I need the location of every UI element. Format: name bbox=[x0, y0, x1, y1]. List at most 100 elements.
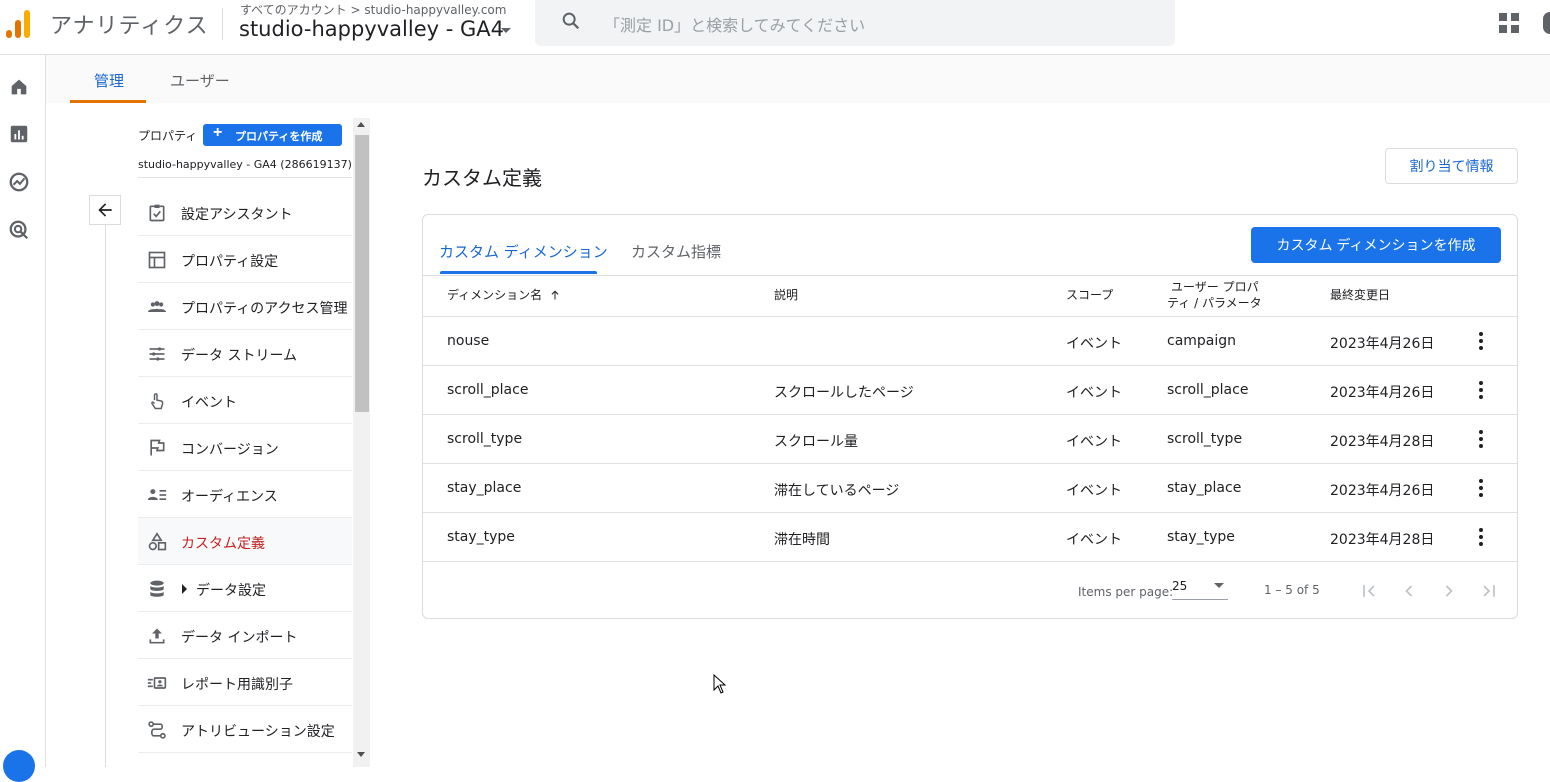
assignment-info-button[interactable]: 割り当て情報 bbox=[1385, 148, 1518, 184]
sidebar-item-property-settings[interactable]: プロパティ設定 bbox=[138, 236, 352, 283]
sidebar-item-conversions[interactable]: コンバージョン bbox=[138, 424, 352, 471]
table-row-name[interactable]: stay_place bbox=[447, 480, 521, 496]
table-row-scope: イベント bbox=[1066, 385, 1122, 401]
sidebar-item-label: コンバージョン bbox=[181, 442, 279, 458]
sidebar-item-audiences[interactable]: オーディエンス bbox=[138, 471, 352, 518]
arrow-back-icon bbox=[98, 203, 112, 217]
audience-icon bbox=[147, 489, 167, 500]
tab-custom-dimensions[interactable]: カスタム ディメンション bbox=[439, 241, 608, 262]
people-icon bbox=[147, 301, 167, 312]
row-divider bbox=[423, 561, 1517, 562]
sidebar-item-label: イベント bbox=[181, 395, 237, 411]
next-page-icon[interactable] bbox=[1439, 581, 1459, 601]
sidebar-item-attribution-settings[interactable]: アトリビューション設定 bbox=[138, 706, 352, 753]
table-row-name[interactable]: scroll_type bbox=[447, 431, 522, 447]
row-divider bbox=[423, 365, 1517, 366]
items-per-page-select[interactable]: 25 bbox=[1172, 578, 1228, 600]
scroll-up-icon[interactable] bbox=[357, 122, 365, 127]
previous-page-icon[interactable] bbox=[1399, 581, 1419, 601]
card-divider bbox=[423, 275, 1517, 276]
more-vert-icon[interactable] bbox=[1476, 479, 1486, 497]
home-icon[interactable] bbox=[8, 76, 30, 98]
table-row-description: スクロール量 bbox=[774, 434, 858, 450]
breadcrumb-account: すべてのアカウント bbox=[240, 3, 347, 17]
apps-grid-icon[interactable] bbox=[1499, 13, 1519, 33]
back-button[interactable] bbox=[89, 195, 121, 225]
row-divider bbox=[423, 414, 1517, 415]
scrollbar-thumb[interactable] bbox=[355, 135, 369, 412]
plus-icon: + bbox=[213, 124, 223, 141]
sidenav-header-divider bbox=[138, 177, 352, 178]
create-property-button[interactable]: + プロパティを作成 bbox=[203, 124, 342, 146]
breadcrumb[interactable]: すべてのアカウント > studio-happyvalley.com bbox=[240, 1, 506, 18]
sidebar-item-access-management[interactable]: プロパティのアクセス管理 bbox=[138, 283, 352, 330]
explore-icon[interactable] bbox=[8, 171, 30, 193]
more-vert-icon[interactable] bbox=[1476, 430, 1486, 448]
column-header-parameter-line2[interactable]: ティ / パラメータ bbox=[1167, 296, 1262, 311]
table-row-name[interactable]: scroll_place bbox=[447, 382, 528, 398]
sidebar-item-label: プロパティのアクセス管理 bbox=[181, 301, 348, 317]
sidebar-item-label: アトリビューション設定 bbox=[181, 724, 335, 740]
first-page-icon[interactable] bbox=[1359, 581, 1379, 601]
table-row-modified: 2023年4月26日 bbox=[1330, 336, 1435, 352]
search-icon[interactable] bbox=[560, 10, 582, 32]
scroll-down-icon[interactable] bbox=[357, 752, 365, 757]
sidebar-item-label: オーディエンス bbox=[181, 489, 278, 505]
analytics-logo-icon[interactable] bbox=[6, 8, 34, 38]
sidebar-item-label: レポート用識別子 bbox=[181, 677, 293, 693]
tab-custom-metrics[interactable]: カスタム指標 bbox=[631, 241, 721, 262]
checklist-icon bbox=[149, 204, 165, 222]
account-avatar[interactable] bbox=[1543, 12, 1550, 34]
admin-gear-icon[interactable] bbox=[3, 750, 35, 782]
flag-icon bbox=[150, 439, 165, 456]
sidebar-item-data-settings[interactable]: データ設定 bbox=[138, 565, 352, 612]
sidebar-item-setup-assistant[interactable]: 設定アシスタント bbox=[138, 189, 352, 236]
row-divider bbox=[423, 512, 1517, 513]
items-per-page-label: Items per page: bbox=[1078, 585, 1174, 599]
row-divider bbox=[423, 316, 1517, 317]
sidenav-divider bbox=[105, 225, 106, 767]
table-row-name[interactable]: stay_type bbox=[447, 529, 515, 545]
more-vert-icon[interactable] bbox=[1476, 528, 1486, 546]
column-header-parameter[interactable]: ユーザー プロパ bbox=[1171, 280, 1259, 295]
column-header-scope[interactable]: スコープ bbox=[1066, 288, 1113, 303]
sidebar-item-label: 設定アシスタント bbox=[181, 207, 293, 223]
property-selector[interactable]: studio-happyvalley - GA4 bbox=[239, 17, 504, 41]
create-custom-dimension-button[interactable]: カスタム ディメンションを作成 bbox=[1251, 227, 1501, 263]
caret-down-icon[interactable] bbox=[501, 28, 511, 33]
expand-triangle-icon[interactable] bbox=[182, 584, 187, 594]
search-input[interactable]: 「測定 ID」と検索してみてください bbox=[604, 12, 865, 36]
sidebar-item-events[interactable]: イベント bbox=[138, 377, 352, 424]
advertising-icon[interactable] bbox=[8, 219, 30, 241]
more-vert-icon[interactable] bbox=[1476, 332, 1486, 350]
sort-ascending-icon[interactable] bbox=[549, 289, 561, 301]
table-row-param: stay_place bbox=[1167, 480, 1242, 496]
table-row-scope: イベント bbox=[1066, 434, 1122, 450]
touch-icon bbox=[151, 393, 164, 410]
table-row-description: スクロールしたページ bbox=[774, 385, 914, 401]
more-vert-icon[interactable] bbox=[1476, 381, 1486, 399]
sidebar-item-data-streams[interactable]: データ ストリーム bbox=[138, 330, 352, 377]
reports-icon[interactable] bbox=[8, 123, 30, 145]
tab-user[interactable]: ユーザー bbox=[170, 70, 230, 91]
sidebar-item-label: データ ストリーム bbox=[181, 348, 298, 364]
table-row-param: campaign bbox=[1167, 333, 1237, 349]
property-settings-icon bbox=[148, 251, 166, 269]
tab-admin[interactable]: 管理 bbox=[94, 70, 124, 91]
sidebar-item-reporting-identity[interactable]: レポート用識別子 bbox=[138, 659, 352, 706]
attribution-icon bbox=[148, 721, 166, 739]
sidebar-item-label: カスタム定義 bbox=[181, 536, 265, 552]
column-header-name[interactable]: ディメンション名 bbox=[447, 288, 542, 303]
table-row-description: 滞在しているページ bbox=[774, 483, 900, 499]
property-full-name: studio-happyvalley - GA4 (286619137) bbox=[138, 158, 352, 171]
last-page-icon[interactable] bbox=[1479, 581, 1499, 601]
shapes-icon bbox=[148, 532, 167, 551]
sidebar-item-data-import[interactable]: データ インポート bbox=[138, 612, 352, 659]
breadcrumb-domain: studio-happyvalley.com bbox=[364, 3, 507, 17]
table-row-name[interactable]: nouse bbox=[447, 333, 489, 349]
mouse-cursor-icon bbox=[713, 674, 727, 694]
sidebar-item-custom-definitions[interactable]: カスタム定義 bbox=[138, 518, 352, 565]
column-header-modified[interactable]: 最終変更日 bbox=[1330, 288, 1390, 303]
table-row-param: scroll_type bbox=[1167, 431, 1243, 447]
table-row-param: scroll_place bbox=[1167, 382, 1249, 398]
